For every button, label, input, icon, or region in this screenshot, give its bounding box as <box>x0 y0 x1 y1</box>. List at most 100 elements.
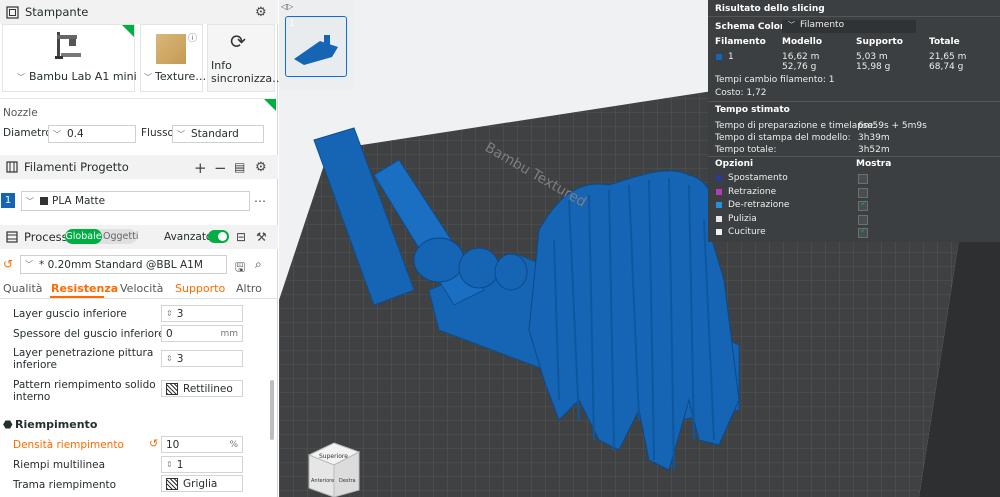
collapse-arrow-icon[interactable]: ◁▷ <box>281 2 293 11</box>
option-show-checkbox[interactable]: ✓ <box>858 226 868 238</box>
support-length: 5,03 m <box>856 52 888 62</box>
tab-speed[interactable]: Velocità <box>120 282 163 295</box>
more-options-icon[interactable]: ⋯ <box>254 194 266 208</box>
multiline-infill-input[interactable]: ⇕ 1 <box>161 456 243 473</box>
chevron-down-icon: ﹀ <box>53 129 61 139</box>
compare-icon[interactable]: ⊟ <box>236 230 246 244</box>
mode-objects[interactable]: Oggetti <box>103 229 138 244</box>
search-icon[interactable]: ⌕ <box>255 257 262 272</box>
diameter-label: Diametro <box>3 127 52 139</box>
filaments-section-header: Filamenti Progetto + − ▤ ⚙ <box>0 155 278 179</box>
option-label: Retrazione <box>728 186 777 197</box>
print-time-label: Tempo di stampa del modello: <box>715 133 851 143</box>
prep-time-value: 6m59s + 5m9s <box>858 121 927 131</box>
filament-index-badge[interactable]: 1 <box>1 193 15 208</box>
advanced-toggle[interactable] <box>208 230 229 243</box>
printer-settings-gear-icon[interactable]: ⚙ <box>255 5 267 20</box>
advanced-label: Avanzato <box>164 231 213 243</box>
cost: Costo: 1,72 <box>715 88 767 98</box>
model-weight: 52,76 g <box>782 62 817 72</box>
printer-section-header[interactable]: Stampante ⚙ <box>0 0 278 24</box>
filament-edit-icon[interactable]: ▤ <box>234 160 245 174</box>
option-label: De-retrazione <box>728 200 790 210</box>
process-preset-select[interactable]: ﹀ * 0.20mm Standard @BBL A1M <box>20 255 227 274</box>
solid-pattern-select[interactable]: Rettilineo <box>161 380 243 397</box>
grid-pattern-icon <box>166 477 178 490</box>
chevron-down-icon: ﹀ <box>26 196 34 206</box>
sync-info-button[interactable]: ⟳ Info sincronizza… <box>207 24 283 92</box>
total-time-label: Tempo totale: <box>715 145 777 155</box>
result-filament-index: 1 <box>728 52 734 62</box>
results-title: Risultato dello slicing <box>715 4 825 14</box>
tab-strength[interactable]: Resistenza <box>51 282 118 295</box>
reset-arrow-icon[interactable]: ↺ <box>3 257 13 271</box>
global-objects-switch[interactable]: Globale Oggetti <box>65 229 138 244</box>
save-preset-icon[interactable]: 🖫 <box>235 258 245 279</box>
model-length: 16,62 m <box>782 52 820 62</box>
filament-settings-gear-icon[interactable]: ⚙ <box>255 160 267 175</box>
tab-other[interactable]: Altro <box>236 282 262 295</box>
tab-quality[interactable]: Qualità <box>3 282 43 295</box>
estimated-time-title: Tempo stimato <box>715 105 790 115</box>
filament-change-count: Tempi cambio filamento: 1 <box>715 75 835 85</box>
filament-material-icon <box>40 197 48 205</box>
tools-icon[interactable]: ⚒ <box>256 230 267 244</box>
options-title: Opzioni <box>715 159 754 169</box>
textured-plate-thumbnail <box>156 34 186 64</box>
infill-section-icon: ⬣ <box>3 418 13 431</box>
nozzle-title: Nozzle <box>3 107 38 119</box>
option-show-checkbox[interactable] <box>858 187 868 198</box>
infill-density-input[interactable]: 10% <box>161 436 243 453</box>
info-icon[interactable]: ⓘ <box>188 31 197 44</box>
option-show-checkbox[interactable] <box>858 214 868 225</box>
flow-label: Flusso <box>141 127 174 139</box>
infill-density-label: Densità riempimento <box>13 439 124 451</box>
add-filament-icon[interactable]: + <box>194 159 207 177</box>
flow-select[interactable]: ﹀ Standard <box>172 125 264 143</box>
total-time-value: 3h52m <box>858 145 890 155</box>
settings-scrollbar[interactable] <box>270 380 274 440</box>
option-color-swatch <box>716 188 722 195</box>
mode-global[interactable]: Globale <box>65 229 102 244</box>
option-label: Pulizia <box>728 213 757 224</box>
printer-card[interactable]: ﹀ Bambu Lab A1 mini <box>2 24 137 92</box>
option-label: Spostamento <box>728 173 788 183</box>
plate-card[interactable]: ⓘ ﹀ Texture… <box>140 24 207 92</box>
cube-front-label: Anteriore <box>311 478 334 484</box>
bottom-layers-label: Layer guscio inferiore <box>13 308 127 320</box>
total-weight: 68,74 g <box>929 62 964 72</box>
tab-support[interactable]: Supporto <box>175 282 225 295</box>
remove-filament-icon[interactable]: − <box>214 159 227 177</box>
infill-section-title: Riempimento <box>15 418 98 431</box>
diameter-select[interactable]: ﹀ 0.4 <box>48 125 136 143</box>
plate-type-label: ﹀ Texture… <box>144 70 207 83</box>
printer-card-corner-mark <box>122 25 134 37</box>
tabs-divider <box>0 298 278 299</box>
plate-thumbnail[interactable]: 1 <box>285 16 347 77</box>
color-scheme-select[interactable]: ﹀ Filamento <box>782 20 916 33</box>
paint-penetration-label-1: Layer penetrazione pittura <box>13 347 154 359</box>
view-cube[interactable]: Superiore Anteriore Destra <box>307 442 361 497</box>
option-color-swatch <box>716 202 722 208</box>
nozzle-corner-mark <box>264 99 276 111</box>
chevron-down-icon: ﹀ <box>25 260 33 269</box>
option-show-checkbox[interactable] <box>858 174 868 184</box>
plate-number: 1 <box>289 19 295 29</box>
option-show-checkbox[interactable]: ✓ <box>858 199 868 211</box>
total-length: 21,65 m <box>929 52 967 62</box>
prep-time-label: Tempo di preparazione e timelapse: <box>715 121 877 131</box>
printer-icon <box>6 5 19 19</box>
bottom-layers-input[interactable]: ⇕ 3 <box>161 305 243 322</box>
infill-pattern-select[interactable]: Griglia <box>161 475 243 492</box>
paint-penetration-input[interactable]: ⇕ 3 <box>161 350 243 367</box>
col-model: Modello <box>782 37 823 47</box>
bottom-thickness-input[interactable]: 0 mm <box>161 325 243 342</box>
color-scheme-label: Schema Colore <box>715 22 791 32</box>
filament-select[interactable]: ﹀ PLA Matte <box>21 191 250 211</box>
col-support: Supporto <box>856 37 903 47</box>
density-reset-icon[interactable]: ↺ <box>149 437 158 450</box>
left-panel: Stampante ⚙ ﹀ Bambu Lab A1 mini ⓘ ﹀ Textur… <box>0 0 283 497</box>
support-weight: 15,98 g <box>856 62 891 72</box>
option-color-swatch <box>716 215 722 222</box>
solid-pattern-label-1: Pattern riempimento solido <box>13 379 156 391</box>
